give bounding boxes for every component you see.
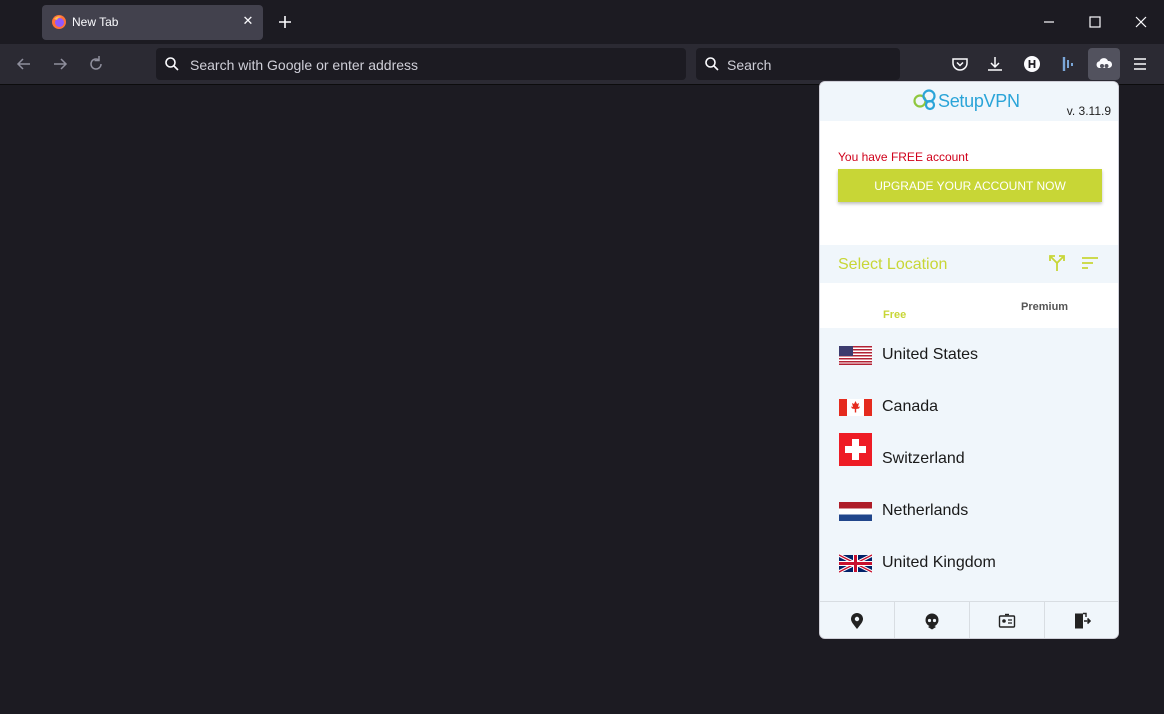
- ca-flag-icon: [839, 399, 872, 416]
- h-extension-icon[interactable]: [1022, 54, 1042, 74]
- tab-free-label: Free: [883, 309, 907, 321]
- search-icon: [165, 57, 179, 71]
- location-tabs: Free Premium: [820, 283, 1118, 328]
- nav-toolbar: Search with Google or enter address Sear…: [0, 44, 1164, 85]
- menu-icon[interactable]: [1130, 54, 1150, 74]
- select-location-label: Select Location: [838, 256, 948, 273]
- url-placeholder: Search with Google or enter address: [190, 57, 419, 73]
- pocket-icon[interactable]: [950, 54, 970, 74]
- minimize-icon[interactable]: [1039, 12, 1059, 32]
- nl-flag-icon: [839, 502, 872, 521]
- vpn-cloud-icon: [1096, 58, 1113, 68]
- setupvpn-extension-button[interactable]: [1088, 48, 1120, 80]
- maximize-icon[interactable]: [1085, 12, 1105, 32]
- tab-premium-label: Premium: [1021, 301, 1069, 313]
- new-tab-plus-icon[interactable]: [276, 13, 294, 31]
- location-item-united-states[interactable]: United States: [820, 328, 1118, 380]
- us-flag-icon: [839, 346, 872, 365]
- url-bar[interactable]: Search with Google or enter address: [156, 48, 686, 80]
- reload-icon[interactable]: [86, 54, 106, 74]
- ch-flag-icon: [839, 433, 872, 466]
- location-list: United States Canada Switzerland Netherl…: [820, 328, 1118, 601]
- setupvpn-logo: SetupVPN: [912, 88, 1030, 112]
- tab-title: New Tab: [72, 15, 119, 29]
- firefox-icon: [52, 15, 66, 29]
- stats-extension-icon[interactable]: [1058, 54, 1078, 74]
- location-name: Switzerland: [882, 450, 965, 467]
- title-bar: New Tab ✕: [0, 0, 1164, 44]
- download-icon[interactable]: [985, 54, 1005, 74]
- forward-icon[interactable]: [50, 54, 70, 74]
- back-icon[interactable]: [14, 54, 34, 74]
- location-name: United Kingdom: [882, 554, 996, 571]
- close-window-icon[interactable]: [1131, 12, 1151, 32]
- search-bar[interactable]: Search: [696, 48, 900, 80]
- version-label: v. 3.11.9: [1066, 104, 1111, 118]
- tab-close-icon[interactable]: ✕: [240, 13, 256, 29]
- location-name: Netherlands: [882, 502, 969, 519]
- search-icon: [705, 57, 719, 71]
- ip-location-icon: [851, 613, 863, 629]
- upgrade-account-button[interactable]: UPGRADE YOUR ACCOUNT NOW: [838, 169, 1102, 202]
- logout-button[interactable]: [1045, 602, 1118, 638]
- sort-icon[interactable]: [1080, 254, 1100, 272]
- setupvpn-popup: SetupVPN v. 3.11.9 You have FREE account…: [819, 81, 1119, 639]
- id-card-button[interactable]: [970, 602, 1045, 638]
- tab-free[interactable]: Free: [820, 283, 970, 328]
- fork-filter-icon[interactable]: [1048, 254, 1066, 272]
- uk-flag-icon: [839, 553, 872, 574]
- id-card-icon: [998, 613, 1016, 628]
- logout-icon: [1075, 612, 1091, 629]
- location-item-canada[interactable]: Canada: [820, 380, 1118, 432]
- popup-header: SetupVPN v. 3.11.9: [820, 82, 1118, 121]
- location-item-netherlands[interactable]: Netherlands: [820, 484, 1118, 536]
- setupvpn-logo-icon: [913, 89, 936, 111]
- tab-premium[interactable]: Premium: [970, 283, 1118, 328]
- search-placeholder: Search: [727, 57, 772, 73]
- ip-location-button[interactable]: [820, 602, 895, 638]
- location-name: United States: [882, 346, 979, 363]
- location-item-united-kingdom[interactable]: United Kingdom: [820, 536, 1118, 588]
- select-location-bar: Select Location: [820, 245, 1118, 283]
- user-agent-button[interactable]: [895, 602, 970, 638]
- popup-footer: [820, 601, 1118, 638]
- tab-new-tab[interactable]: New Tab ✕: [42, 5, 263, 40]
- user-agent-icon: [925, 613, 939, 630]
- account-status: You have FREE account: [838, 150, 969, 164]
- location-name: Canada: [882, 398, 939, 415]
- location-item-switzerland[interactable]: Switzerland: [820, 432, 1118, 484]
- logo-text: SetupVPN: [938, 91, 1020, 111]
